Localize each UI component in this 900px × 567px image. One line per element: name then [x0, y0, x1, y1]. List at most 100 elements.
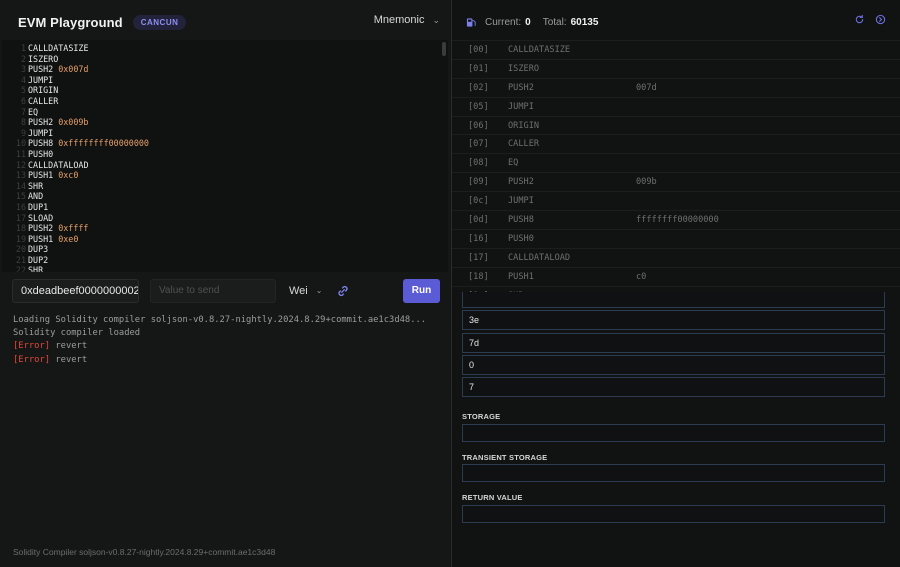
execution-row[interactable]: [06] ORIGIN [452, 115, 900, 135]
execution-row[interactable]: [01] ISZERO [452, 58, 900, 78]
execution-value: 009b [636, 177, 657, 188]
line-number: 3 [20, 64, 26, 75]
code-line: 2 ISZERO [2, 54, 448, 65]
line-number: 7 [20, 106, 26, 117]
execution-value: ffffffff00000000 [636, 214, 719, 225]
line-number: 21 [15, 254, 26, 265]
code-line: 8 PUSH2 0x009b [2, 117, 448, 128]
line-number: 22 [15, 265, 26, 272]
code-line: 20 DUP3 [2, 244, 448, 255]
execution-row[interactable]: [16] PUSH0 [452, 228, 900, 248]
code-line: 17 SLOAD [2, 213, 448, 224]
reset-icon[interactable] [854, 14, 865, 25]
execution-row[interactable]: [09] PUSH2 009b [452, 172, 900, 191]
line-number: 4 [20, 74, 26, 85]
code-line: 18 PUSH2 0xffff [2, 223, 448, 234]
mode-select-value: Mnemonic [373, 14, 425, 26]
fork-badge[interactable]: CANCUN [132, 14, 187, 30]
execution-row[interactable]: [18] PUSH1 c0 [452, 266, 900, 286]
editor-header: EVM Playground CANCUN Mnemonic ⌄ [0, 0, 452, 44]
line-number: 5 [20, 85, 26, 96]
gas-current-value: 0 [525, 16, 531, 28]
execution-row[interactable]: [05] JUMPI [452, 96, 900, 116]
app-title: EVM Playground [18, 14, 123, 30]
execution-row[interactable]: [0d] PUSH8 ffffffff00000000 [452, 210, 900, 229]
stack-item: 7 [462, 377, 885, 398]
execution-row[interactable]: [08] EQ [452, 153, 900, 172]
line-number: 15 [15, 191, 26, 202]
opcode: PUSH2 [28, 64, 54, 75]
execution-row[interactable]: [07] CALLER [452, 134, 900, 153]
code-line: 12 CALLDATALOAD [2, 160, 448, 171]
opcode: ISZERO [28, 53, 59, 64]
line-number: 16 [15, 201, 26, 212]
execution-row[interactable]: [02] PUSH2 007d [452, 77, 900, 97]
code-line: 6 CALLER [2, 96, 448, 107]
mode-select[interactable]: Mnemonic ⌄ [374, 14, 440, 26]
execution-opcode: CALLDATALOAD [508, 252, 571, 263]
execution-value: c0 [636, 271, 647, 282]
return-value-label: RETURN VALUE [462, 493, 523, 502]
execution-opcode: JUMPI [508, 196, 534, 207]
execution-pc: [17] [468, 252, 489, 263]
value-input[interactable]: Value to send [150, 279, 276, 303]
execution-pc: [00] [468, 44, 489, 55]
chevron-down-icon: ⌄ [315, 286, 323, 295]
execution-row[interactable]: [17] CALLDATALOAD [452, 247, 900, 267]
execution-pc: [05] [468, 101, 489, 112]
execution-row[interactable]: [0c] JUMPI [452, 191, 900, 210]
code-line: 14 SHR [2, 181, 448, 192]
execution-row[interactable]: [00] CALLDATASIZE [452, 40, 900, 59]
gas-pump-icon [466, 17, 476, 27]
code-line: 11 PUSH0 [2, 149, 448, 160]
stack-list: 3e 7d 0 7 [462, 292, 885, 399]
code-line: 16 DUP1 [2, 202, 448, 213]
opcode: SHR [28, 180, 44, 191]
line-number: 10 [15, 138, 26, 149]
line-number: 8 [20, 117, 26, 128]
code-line: 7 EQ [2, 107, 448, 118]
stack-item: 3e [462, 310, 885, 331]
opcode: AND [28, 191, 44, 202]
editor-scrollbar[interactable] [442, 42, 446, 56]
line-number: 11 [15, 148, 26, 159]
opcode-argument: 0x007d [58, 64, 89, 75]
code-line: 21 DUP2 [2, 255, 448, 266]
error-tag: [Error] [13, 354, 51, 365]
opcode: JUMPI [28, 74, 54, 85]
code-line: 9 JUMPI [2, 128, 448, 139]
line-number: 17 [15, 212, 26, 223]
opcode: DUP2 [28, 254, 49, 265]
opcode: DUP1 [28, 201, 49, 212]
execution-opcode: ORIGIN [508, 120, 540, 131]
opcode-argument: 0xffff [58, 223, 89, 234]
opcode: CALLDATASIZE [28, 43, 89, 53]
step-icon[interactable] [875, 14, 886, 25]
opcode: CALLDATALOAD [28, 159, 89, 170]
execution-pc: [0d] [468, 214, 489, 225]
execution-opcode: JUMPI [508, 101, 534, 112]
stack-item: 7d [462, 332, 885, 353]
console-text: revert [50, 354, 88, 365]
execution-value: 007d [636, 82, 657, 93]
opcode: DUP3 [28, 244, 49, 255]
execution-opcode: CALLDATASIZE [508, 44, 571, 55]
editor-panel: EVM Playground CANCUN Mnemonic ⌄ 1 CALLDA… [0, 0, 452, 567]
code-line: 19 PUSH1 0xe0 [2, 234, 448, 245]
execution-opcode: CALLER [508, 139, 540, 150]
execution-panel: Current: 0 Total: 60135 [00] CALLDATASIZE… [452, 0, 900, 567]
unit-select[interactable]: Wei ⌄ [289, 279, 333, 303]
gas-total-label: Total: [542, 16, 567, 28]
line-number: 1 [20, 43, 26, 53]
execution-table[interactable]: [00] CALLDATASIZE [01] ISZERO [02] PUSH2 007d[… [452, 40, 900, 308]
share-link-icon[interactable] [336, 284, 350, 298]
run-button[interactable]: Run [403, 279, 440, 303]
line-number: 20 [15, 244, 26, 255]
execution-pc: [06] [468, 120, 489, 131]
code-editor[interactable]: 1 CALLDATASIZE 2 ISZERO 3 PUSH2 0x007d 4 JUMPI 5 O… [2, 40, 448, 272]
execution-opcode: PUSH2 [508, 177, 534, 188]
code-line: 15 AND [2, 191, 448, 202]
line-number: 6 [20, 95, 26, 106]
execution-opcode: ISZERO [508, 63, 540, 74]
calldata-input[interactable]: 0xdeadbeef0000000002 [12, 279, 139, 303]
